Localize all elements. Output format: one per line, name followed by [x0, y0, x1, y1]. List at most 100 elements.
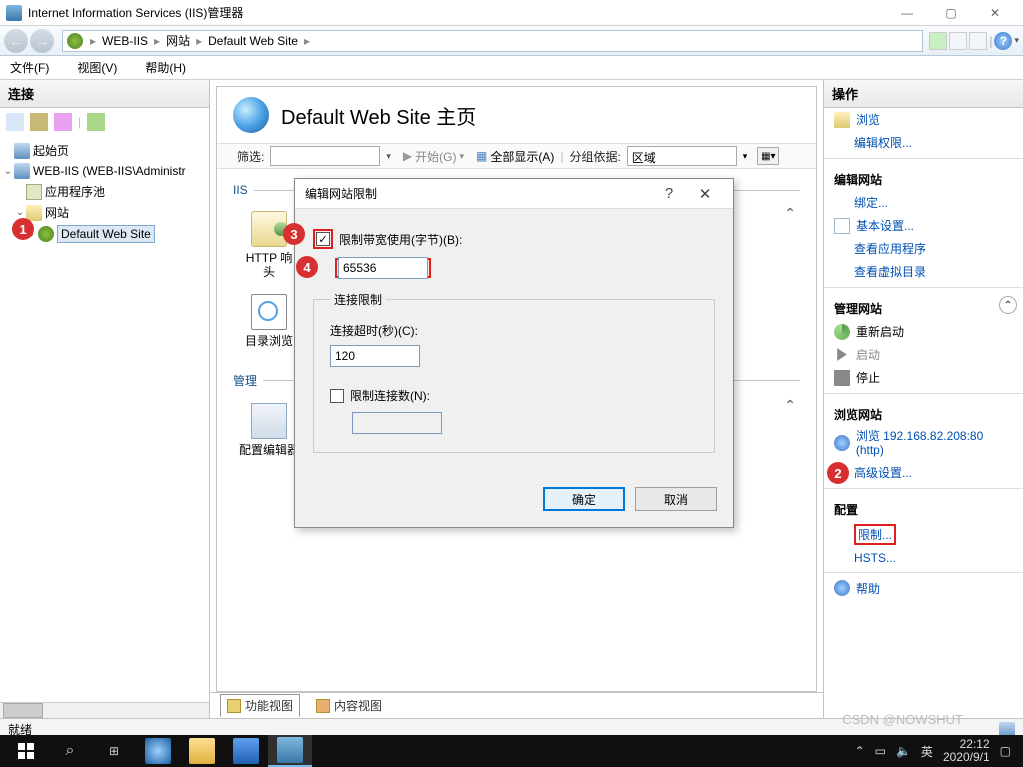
action-browse-url[interactable]: 浏览 192.168.82.208:80 (http)	[824, 426, 1023, 461]
home-icon[interactable]	[969, 32, 987, 50]
taskbar-ie[interactable]	[136, 735, 180, 767]
show-all-button[interactable]: ▦全部显示(A)	[476, 148, 554, 165]
edit-site-limits-dialog: 编辑网站限制 ? ✕ ✓ 限制带宽使用(字节)(B): 连接限制 连接超时(秒)…	[294, 178, 734, 528]
dialog-close-button[interactable]: ✕	[687, 185, 723, 203]
grid-icon: ▦	[476, 149, 487, 163]
view-tabs: 功能视图 内容视图	[210, 692, 823, 718]
page-title: Default Web Site 主页	[281, 101, 476, 130]
action-restart[interactable]: 重新启动	[824, 320, 1023, 343]
nav-forward-button[interactable]: →	[30, 29, 54, 53]
menu-file[interactable]: 文件(F)	[4, 56, 55, 79]
tray-ime[interactable]: 英	[921, 743, 933, 760]
ok-button[interactable]: 确定	[543, 487, 625, 511]
menu-help[interactable]: 帮助(H)	[139, 56, 192, 79]
maximize-button[interactable]: ▢	[929, 0, 973, 25]
taskbar-iis[interactable]	[268, 735, 312, 767]
start-button[interactable]	[4, 735, 48, 767]
taskbar: ⌕ ⊞ ⌃ ▭ 🔈 英 22:122020/9/1 ▢	[0, 735, 1023, 767]
groupby-select[interactable]: 区域	[627, 146, 737, 166]
tray-clock[interactable]: 22:122020/9/1	[943, 738, 990, 764]
annotation-badge-1: 1	[12, 218, 34, 240]
sites-icon[interactable]	[87, 113, 105, 131]
taskbar-store[interactable]	[224, 735, 268, 767]
tray-volume-icon[interactable]: 🔈	[896, 744, 911, 758]
cancel-button[interactable]: 取消	[635, 487, 717, 511]
connect-icon[interactable]	[6, 113, 24, 131]
scroll-icon	[251, 211, 287, 247]
actions-section-config: 配置	[824, 493, 1023, 521]
refresh-icon[interactable]	[929, 32, 947, 50]
bandwidth-checkbox[interactable]: ✓	[316, 232, 330, 246]
action-limits[interactable]: 限制...	[824, 521, 1023, 548]
tab-content-view[interactable]: 内容视图	[310, 695, 388, 716]
tree-start[interactable]: 起始页	[2, 140, 207, 161]
view-mode-button[interactable]: ▦▾	[757, 147, 779, 165]
toolbar-sep: |	[78, 115, 81, 129]
help-icon[interactable]: ?	[994, 32, 1012, 50]
action-view-apps[interactable]: 查看应用程序	[824, 237, 1023, 260]
dialog-titlebar: 编辑网站限制 ? ✕	[295, 179, 733, 209]
tray-up-icon[interactable]: ⌃	[855, 744, 865, 758]
action-start[interactable]: 启动	[824, 343, 1023, 366]
go-button[interactable]: ▶开始(G)▾	[397, 148, 470, 165]
stop-icon[interactable]	[949, 32, 967, 50]
timeout-input[interactable]	[330, 345, 420, 367]
filter-bar: 筛选: ▾ ▶开始(G)▾ ▦全部显示(A) | 分组依据: 区域 ▾ ▦▾	[217, 143, 816, 169]
groupby-dropdown-icon[interactable]: ▾	[743, 151, 748, 162]
filter-dropdown-icon[interactable]: ▾	[386, 151, 391, 162]
crumb-server[interactable]: WEB-IIS	[102, 34, 148, 48]
crumb-sites[interactable]: 网站	[166, 32, 190, 49]
action-browse[interactable]: 浏览	[824, 108, 1023, 131]
nav-back-button[interactable]: ←	[4, 29, 28, 53]
tray-network-icon[interactable]: ▭	[875, 744, 886, 758]
document-icon	[834, 218, 850, 234]
action-view-vdirs[interactable]: 查看虚拟目录	[824, 260, 1023, 283]
action-basic-settings[interactable]: 基本设置...	[824, 214, 1023, 237]
delete-icon[interactable]	[54, 113, 72, 131]
actions-section-browse-site: 浏览网站	[824, 398, 1023, 426]
play-icon: ▶	[403, 149, 412, 163]
action-stop[interactable]: 停止	[824, 366, 1023, 389]
tree-server[interactable]: ⌄WEB-IIS (WEB-IIS\Administr	[2, 161, 207, 181]
tree-app-pools[interactable]: 应用程序池	[2, 181, 207, 202]
limit-connections-label: 限制连接数(N):	[350, 387, 430, 404]
limit-connections-checkbox[interactable]	[330, 389, 344, 403]
action-help[interactable]: 帮助	[824, 577, 1023, 600]
breadcrumb[interactable]: ▸ WEB-IIS▸ 网站▸ Default Web Site▸	[62, 30, 923, 52]
dialog-help-button[interactable]: ?	[651, 185, 687, 202]
window-title: Internet Information Services (IIS)管理器	[28, 4, 885, 21]
system-tray[interactable]: ⌃ ▭ 🔈 英 22:122020/9/1 ▢	[855, 738, 1019, 764]
groupby-label: 分组依据:	[569, 148, 620, 165]
task-view-icon[interactable]: ⊞	[92, 735, 136, 767]
taskbar-search-icon[interactable]: ⌕	[48, 735, 92, 767]
nav-bar: ← → ▸ WEB-IIS▸ 网站▸ Default Web Site▸ | ?…	[0, 26, 1023, 56]
ie-icon	[145, 738, 171, 764]
play-icon	[834, 347, 850, 363]
action-bindings[interactable]: 绑定...	[824, 191, 1023, 214]
collapse-icon[interactable]: ⌃	[999, 296, 1017, 314]
tray-notifications-icon[interactable]: ▢	[1000, 744, 1011, 758]
save-icon[interactable]	[30, 113, 48, 131]
dialog-title: 编辑网站限制	[305, 185, 651, 202]
filter-input[interactable]	[270, 146, 380, 166]
help-dropdown-icon[interactable]: ▾	[1014, 35, 1019, 46]
action-hsts[interactable]: HSTS...	[824, 548, 1023, 568]
tree-sites[interactable]: ⌄网站	[2, 202, 207, 223]
left-scrollbar[interactable]	[0, 702, 209, 718]
menu-view[interactable]: 视图(V)	[71, 56, 123, 79]
minimize-button[interactable]: —	[885, 0, 929, 25]
globe-icon	[67, 33, 83, 49]
content-view-icon	[316, 699, 330, 713]
store-icon	[233, 738, 259, 764]
crumb-site[interactable]: Default Web Site	[208, 34, 298, 48]
action-advanced-settings[interactable]: 高级设置...	[824, 461, 1023, 484]
connections-toolbar: |	[0, 108, 209, 136]
tab-feature-view[interactable]: 功能视图	[220, 694, 300, 717]
action-edit-permissions[interactable]: 编辑权限...	[824, 131, 1023, 154]
close-button[interactable]: ✕	[973, 0, 1017, 25]
taskbar-explorer[interactable]	[180, 735, 224, 767]
actions-section-edit-site: 编辑网站	[824, 163, 1023, 191]
collapse-mgmt-icon[interactable]: ⌃	[784, 397, 796, 414]
bandwidth-input[interactable]	[338, 257, 428, 279]
collapse-iis-icon[interactable]: ⌃	[784, 205, 796, 222]
